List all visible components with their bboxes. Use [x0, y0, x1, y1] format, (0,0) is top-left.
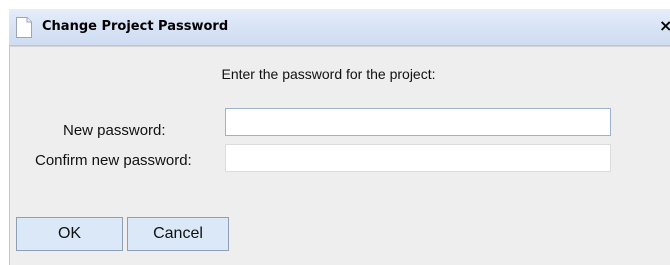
close-icon[interactable]: × — [659, 16, 670, 36]
dialog-content: Enter the password for the project: New … — [9, 46, 670, 265]
confirm-password-label: Confirm new password: — [35, 152, 192, 169]
new-password-label: New password: — [63, 122, 166, 139]
title-bar[interactable]: Change Project Password × — [9, 9, 670, 46]
confirm-password-field[interactable] — [225, 144, 611, 172]
change-password-dialog: Change Project Password × Enter the pass… — [9, 9, 670, 265]
new-password-field[interactable] — [225, 108, 611, 136]
ok-button[interactable]: OK — [16, 217, 123, 251]
document-icon — [16, 17, 32, 38]
cancel-button[interactable]: Cancel — [127, 217, 229, 251]
instruction-text: Enter the password for the project: — [221, 66, 436, 82]
dialog-title: Change Project Password — [42, 19, 229, 34]
